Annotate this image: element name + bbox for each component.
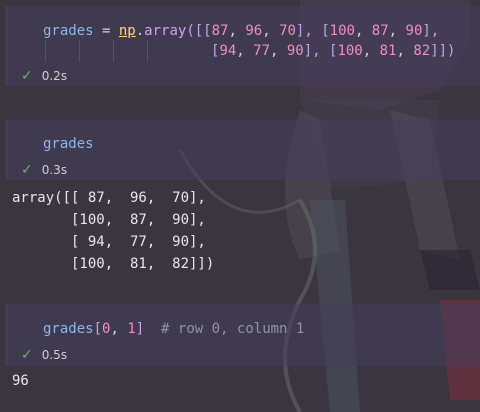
comma-token: , — [354, 23, 372, 39]
execution-time: 0.5s — [41, 348, 68, 362]
output-line: [100, 81, 82]]) — [12, 256, 215, 272]
bracket-token: [ — [93, 321, 103, 337]
comma-token: , — [270, 43, 287, 59]
number-token: 77 — [253, 43, 271, 59]
code-line-2[interactable]: [94, 77, 90], [100, 81, 82]]) — [211, 43, 455, 59]
execution-status: ✓ 0.2s — [21, 68, 67, 84]
comma-token: , — [236, 43, 254, 59]
number-token: 90 — [405, 23, 423, 39]
number-token: 1 — [127, 321, 136, 337]
number-token: 94 — [219, 43, 237, 59]
number-token: 100 — [337, 43, 363, 59]
indent-guide — [79, 40, 80, 62]
number-token: 70 — [279, 23, 296, 39]
indent-guide — [147, 40, 148, 62]
execution-time: 0.2s — [41, 69, 68, 83]
bracket-token: ], [ — [295, 23, 330, 39]
bracket-token: ] — [135, 321, 145, 337]
number-token: 96 — [245, 23, 263, 39]
code-cell-1[interactable]: grades = np.array([[87, 96, 70], [100, 8… — [6, 6, 480, 86]
code-cell-3[interactable]: grades[0, 1] # row 0, column 1 ✓ 0.5s — [6, 304, 480, 366]
code-cell-2[interactable]: grades ✓ 0.3s — [6, 120, 480, 180]
code-line[interactable]: grades — [43, 136, 94, 152]
number-token: 82 — [413, 43, 431, 59]
comma-token: , — [228, 23, 246, 39]
comma-token: , — [396, 43, 414, 59]
output-line: [100, 87, 90], — [12, 212, 206, 228]
number-token: 100 — [329, 23, 355, 39]
module-token: np — [118, 23, 136, 39]
number-token: 87 — [371, 23, 389, 39]
comma-token: , — [362, 43, 380, 59]
cell-output-2: array([[ 87, 96, 70], [100, 87, 90], [ 9… — [12, 187, 214, 275]
operator-token: = — [93, 23, 119, 39]
checkmark-icon: ✓ — [21, 68, 33, 84]
indent-guide — [113, 40, 114, 62]
code-line[interactable]: grades[0, 1] # row 0, column 1 — [43, 321, 304, 337]
number-token: 90 — [286, 43, 304, 59]
comma-token: , — [262, 23, 280, 39]
function-token: array — [144, 23, 187, 39]
execution-status: ✓ 0.3s — [21, 162, 67, 178]
comma-token: , — [388, 23, 406, 39]
checkmark-icon: ✓ — [21, 347, 33, 363]
dot-token: . — [135, 23, 145, 39]
bracket-token: ]]) — [430, 43, 456, 59]
number-token: 87 — [211, 23, 229, 39]
output-line: array([[ 87, 96, 70], — [12, 190, 206, 206]
comment-token: # row 0, column 1 — [144, 321, 305, 337]
execution-status: ✓ 0.5s — [21, 347, 67, 363]
execution-time: 0.3s — [41, 163, 68, 177]
variable-token: grades — [43, 136, 94, 152]
cell-output-3: 96 — [12, 373, 29, 389]
variable-token: grades — [43, 23, 94, 39]
variable-token: grades — [43, 321, 94, 337]
indent-guide — [45, 40, 46, 62]
output-line: [ 94, 77, 90], — [12, 234, 206, 250]
checkmark-icon: ✓ — [21, 162, 33, 178]
bracket-token: ], [ — [303, 43, 338, 59]
number-token: 81 — [379, 43, 397, 59]
bracket-token: ([[ — [186, 23, 212, 39]
bracket-token: ], — [422, 23, 440, 39]
comma-token: , — [110, 321, 128, 337]
code-line-1[interactable]: grades = np.array([[87, 96, 70], [100, 8… — [43, 23, 439, 39]
